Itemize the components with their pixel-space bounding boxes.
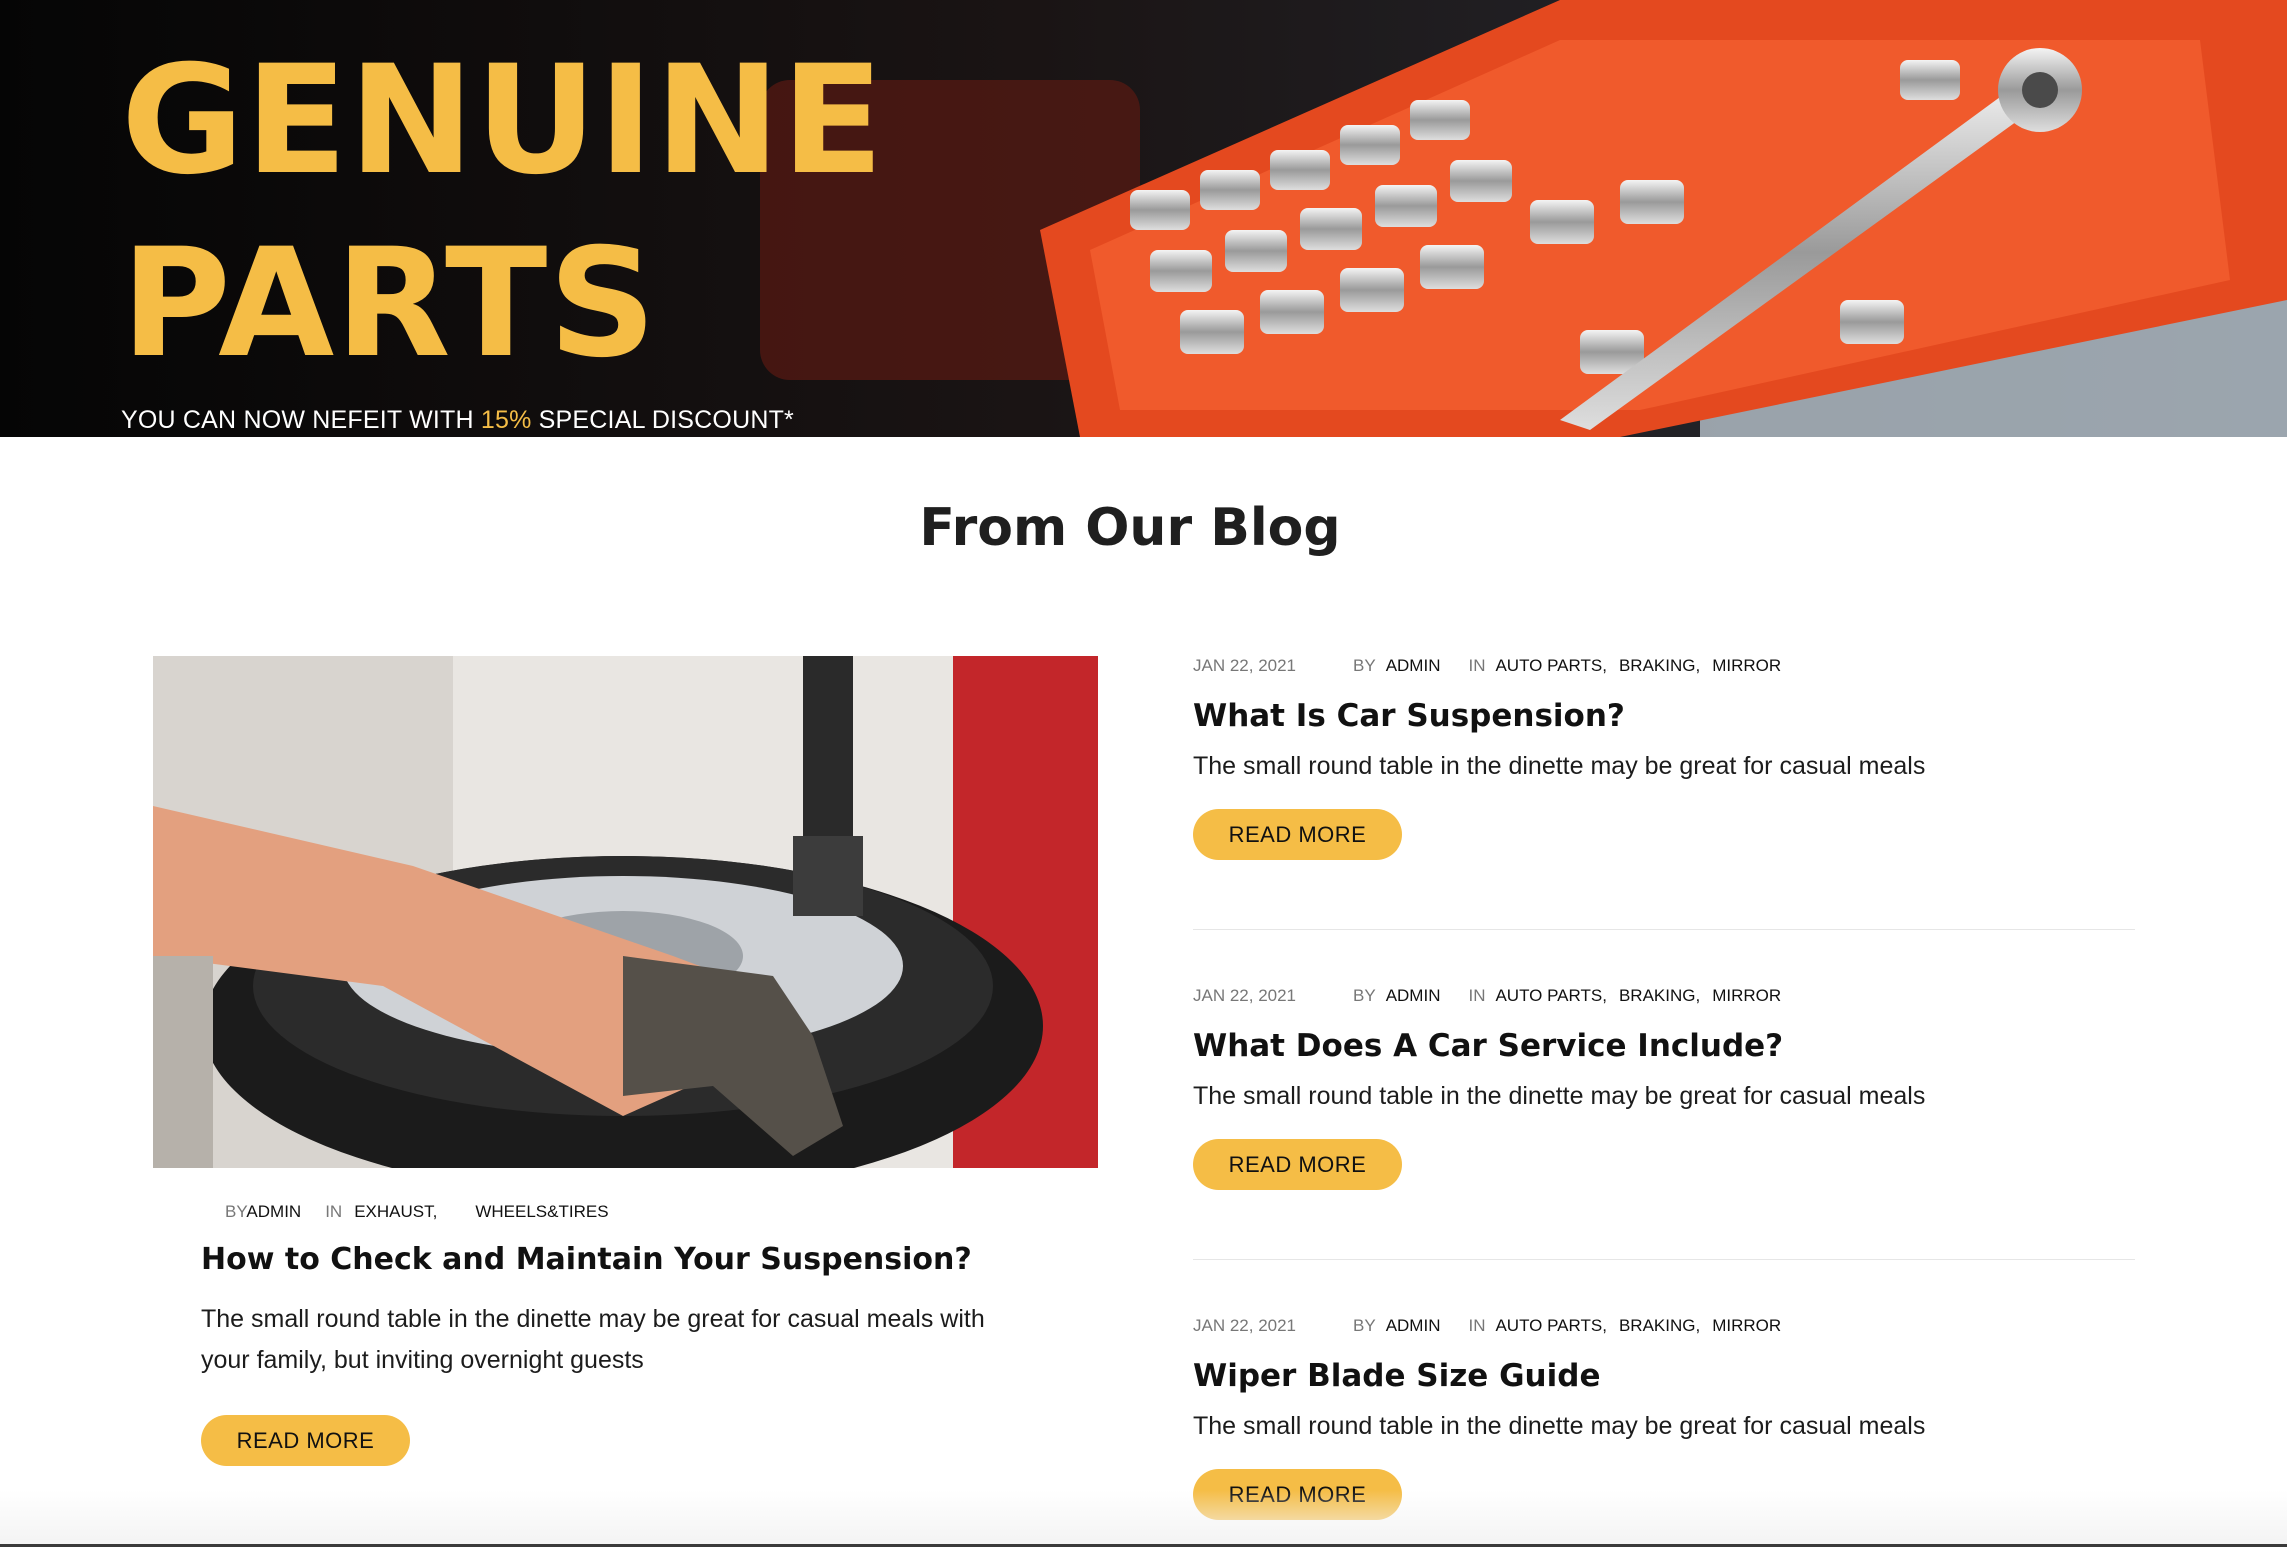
featured-post-excerpt: The small round table in the dinette may…: [201, 1305, 985, 1374]
category-link-mirror[interactable]: MIRROR: [1712, 986, 1781, 1006]
blog-section-heading: From Our Blog: [919, 498, 1341, 558]
read-more-button[interactable]: READ MORE: [1193, 809, 1402, 860]
post-date: JAN 22, 2021: [1193, 1316, 1297, 1335]
blog-post-item: JAN 22, 2021 BY ADMIN IN AUTO PARTS, BRA…: [1193, 656, 2135, 860]
featured-post-title[interactable]: How to Check and Maintain Your Suspensio…: [201, 1242, 1098, 1277]
hero-title-line-2: PARTS: [121, 217, 658, 391]
read-more-button[interactable]: READ MORE: [201, 1415, 410, 1466]
blog-post-item: JAN 22, 2021 BY ADMIN IN AUTO PARTS, BRA…: [1193, 986, 2135, 1190]
hero-subtitle: YOU CAN NOW NEFEIT WITH 15% SPECIAL DISC…: [121, 406, 885, 435]
post-title[interactable]: Wiper Blade Size Guide: [1193, 1358, 2135, 1394]
hero-title-line-1: GENUINE: [121, 34, 885, 208]
author-link[interactable]: ADMIN: [1386, 986, 1441, 1006]
by-label: BY: [225, 1202, 247, 1221]
read-more-button[interactable]: READ MORE: [1193, 1139, 1402, 1190]
category-link-auto-parts[interactable]: AUTO PARTS,: [1495, 986, 1606, 1006]
post-date: JAN 22, 2021: [1193, 656, 1297, 675]
category-link-braking[interactable]: BRAKING,: [1619, 986, 1700, 1006]
category-link-wheels-tires[interactable]: WHEELS&TIRES: [475, 1202, 608, 1221]
in-label: IN: [1468, 1316, 1486, 1335]
post-meta: JAN 22, 2021 BY ADMIN IN AUTO PARTS, BRA…: [1193, 656, 2135, 676]
category-link-braking[interactable]: BRAKING,: [1619, 656, 1700, 676]
post-meta: JAN 22, 2021 BY ADMIN IN AUTO PARTS, BRA…: [1193, 1316, 2135, 1336]
hero-discount-value: 15%: [480, 406, 532, 434]
category-link-auto-parts[interactable]: AUTO PARTS,: [1495, 1316, 1606, 1336]
by-label: BY: [1353, 986, 1376, 1005]
post-title[interactable]: What Does A Car Service Include?: [1193, 1028, 2135, 1064]
hero-subtitle-after: SPECIAL DISCOUNT*: [531, 406, 794, 434]
in-label: IN: [1468, 656, 1486, 675]
post-divider: [1193, 1259, 2135, 1260]
hero-subtitle-before: YOU CAN NOW NEFEIT WITH: [121, 406, 481, 434]
hero-text-block: GENUINE PARTS YOU CAN NOW NEFEIT WITH 15…: [121, 30, 885, 435]
post-meta: JAN 22, 2021 BY ADMIN IN AUTO PARTS, BRA…: [1193, 986, 2135, 1006]
post-excerpt: The small round table in the dinette may…: [1193, 752, 1926, 780]
by-label: BY: [1353, 1316, 1376, 1335]
category-link-mirror[interactable]: MIRROR: [1712, 1316, 1781, 1336]
category-link-auto-parts[interactable]: AUTO PARTS,: [1495, 656, 1606, 676]
post-title[interactable]: What Is Car Suspension?: [1193, 698, 2135, 734]
author-link[interactable]: ADMIN: [1386, 1316, 1441, 1336]
featured-post-meta: BYADMIN IN EXHAUST, WHEELS&TIRES: [225, 1202, 1098, 1222]
category-link-exhaust[interactable]: EXHAUST,: [354, 1202, 437, 1221]
post-excerpt: The small round table in the dinette may…: [1193, 1082, 1926, 1110]
by-label: BY: [1353, 656, 1376, 675]
post-excerpt: The small round table in the dinette may…: [1193, 1412, 1926, 1440]
tire-service-image[interactable]: [153, 656, 1098, 1168]
featured-post: BYADMIN IN EXHAUST, WHEELS&TIRES How to Che…: [153, 656, 1098, 1466]
post-divider: [1193, 929, 2135, 930]
category-link-mirror[interactable]: MIRROR: [1712, 656, 1781, 676]
in-label: IN: [1468, 986, 1486, 1005]
bottom-fade: [0, 1490, 2287, 1547]
category-link-braking[interactable]: BRAKING,: [1619, 1316, 1700, 1336]
hero-banner: GENUINE PARTS YOU CAN NOW NEFEIT WITH 15…: [0, 0, 2287, 437]
author-link[interactable]: ADMIN: [246, 1202, 301, 1221]
author-link[interactable]: ADMIN: [1386, 656, 1441, 676]
in-label: IN: [325, 1202, 343, 1221]
post-date: JAN 22, 2021: [1193, 986, 1297, 1005]
